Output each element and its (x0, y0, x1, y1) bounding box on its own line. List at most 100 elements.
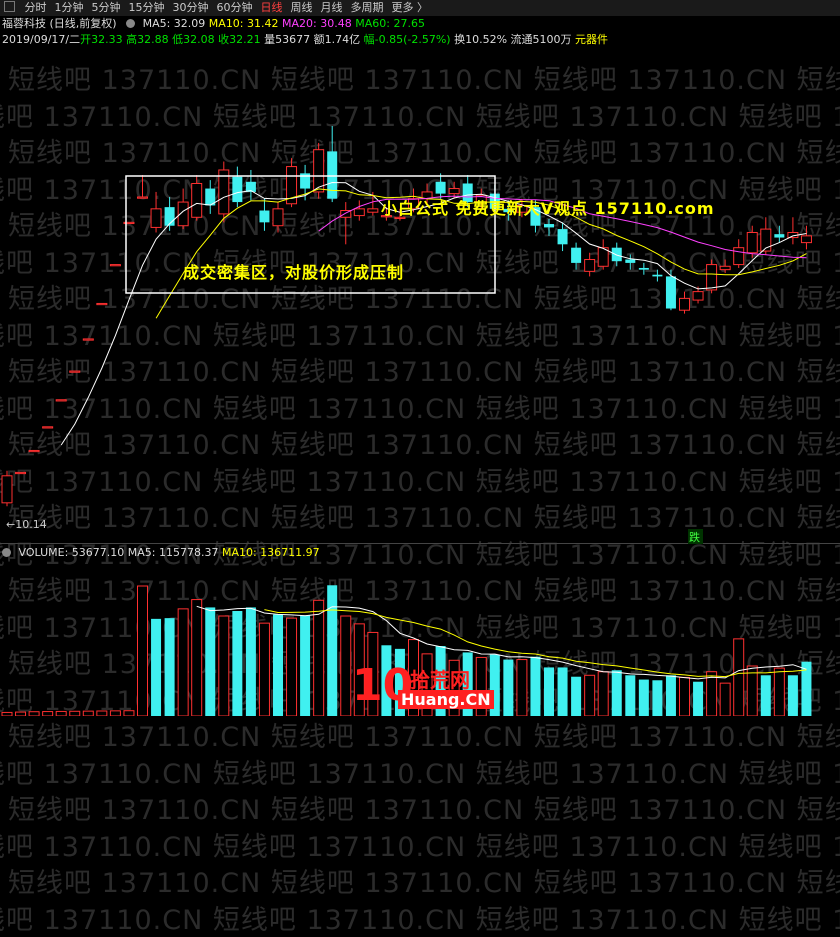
candle-body (746, 231, 758, 254)
candle-body (150, 208, 162, 228)
volume-bar (544, 667, 554, 716)
candle-body (42, 426, 54, 429)
candle-body (611, 247, 622, 262)
volume-bar (82, 710, 94, 716)
kline-chart[interactable]: 成交密集区，对股价形成压制 小白公式 免费更新大V观点 157110.com ←… (0, 0, 840, 716)
candle-body (55, 399, 67, 402)
volume-bar (245, 607, 256, 716)
watermark-row: 短线吧 137110.CN 短线吧 137110.CN 短线吧 137110.C… (8, 722, 840, 753)
volume-bar (123, 710, 135, 716)
volume-bar (15, 711, 27, 716)
volume-bar (679, 676, 690, 716)
logo-site-name: 拾荒网 (410, 668, 470, 692)
volume-bar (638, 679, 649, 716)
candle-body (584, 259, 596, 272)
volume-bar (28, 711, 40, 716)
volume-bar (340, 615, 352, 716)
candle-body (164, 207, 175, 226)
volume-bar (584, 674, 596, 716)
promo-annotation: 小白公式 免费更新大V观点 157110.com (381, 199, 715, 218)
volume-bar (69, 710, 81, 716)
candle-body (1, 475, 13, 504)
volume-bar (258, 622, 270, 716)
volume-bar (300, 615, 311, 716)
candle-body (69, 370, 81, 373)
volume-bar (96, 710, 108, 716)
candle-body (28, 449, 40, 453)
volume-bar (218, 615, 230, 716)
volume-bar (151, 618, 162, 716)
candle-body (15, 471, 27, 475)
candle-body (638, 267, 649, 270)
volume-bar (1, 711, 13, 716)
candle-body (82, 338, 94, 341)
candle-body (367, 208, 379, 213)
candle-body (232, 176, 243, 203)
volume-bar (137, 585, 148, 716)
candle-body (706, 264, 718, 291)
volume-bar (191, 599, 203, 716)
candle-body (448, 188, 460, 195)
volume-bar (693, 681, 704, 716)
volume-bar (665, 675, 676, 716)
candle-body (719, 265, 731, 271)
candle-body (272, 208, 284, 227)
volume-bar (760, 675, 771, 716)
volume-bar (516, 659, 528, 716)
candle-body (733, 247, 745, 266)
watermark-row: 短线吧 137110.CN 短线吧 137110.CN 短线吧 137110.C… (0, 904, 840, 936)
volume-bar (286, 617, 298, 716)
candle-body (109, 264, 121, 267)
volume-bar (733, 638, 745, 716)
candle-body (544, 224, 554, 228)
candle-body (571, 247, 582, 263)
volume-bar (706, 671, 718, 716)
watermark-row: 短线吧 137110.CN 短线吧 137110.CN 短线吧 137110.C… (8, 868, 840, 899)
dense-zone-annotation: 成交密集区，对股价形成压制 (183, 263, 404, 282)
candle-body (652, 274, 663, 277)
candle-body (191, 182, 203, 218)
candle-body (625, 259, 636, 263)
candles-layer (1, 126, 812, 507)
candle-body (96, 302, 108, 306)
volume-bar (719, 682, 731, 716)
volume-bar (571, 676, 582, 716)
volume-bar (177, 608, 189, 716)
watermark-row: 短线吧 137110.CN 短线吧 137110.CN 短线吧 137110.C… (0, 831, 840, 863)
volume-bar (530, 656, 541, 716)
volume-bar (109, 710, 121, 716)
volume-bar (625, 675, 636, 716)
volume-bar (55, 710, 67, 716)
low-price-label: ←10.14 (6, 518, 47, 531)
candle-body (259, 210, 270, 223)
volume-bar (232, 611, 243, 716)
volume-bar (164, 618, 175, 716)
candle-body (435, 181, 446, 194)
volume-bar (327, 585, 338, 716)
candle-body (665, 276, 676, 309)
volume-bar (503, 659, 514, 716)
candle-body (353, 208, 365, 217)
candle-body (774, 234, 785, 238)
candle-body (327, 151, 338, 199)
watermark-row: 短线吧 137110.CN 短线吧 137110.CN 短线吧 137110.C… (0, 758, 840, 790)
candle-body (137, 196, 148, 199)
candle-body (679, 297, 690, 311)
candle-body (692, 291, 704, 301)
volume-bar (611, 670, 622, 716)
volume-bar (313, 599, 325, 716)
volume-bar (557, 667, 568, 716)
volume-bar (273, 614, 283, 716)
watermark-row: 短线吧 137110.CN 短线吧 137110.CN 短线吧 137110.C… (8, 795, 840, 826)
drop-badge: 跌 (689, 530, 700, 544)
candle-body (800, 235, 812, 244)
volume-bar (787, 675, 798, 716)
volume-bar (42, 711, 54, 716)
volume-bar (652, 680, 663, 716)
candle-body (557, 229, 568, 245)
site-logo: 10 拾荒网 Huang.CN (352, 662, 494, 716)
volume-bar (205, 607, 216, 716)
volume-bar (773, 667, 785, 716)
logo-domain: Huang.CN (398, 690, 494, 709)
volume-bar (597, 671, 609, 716)
